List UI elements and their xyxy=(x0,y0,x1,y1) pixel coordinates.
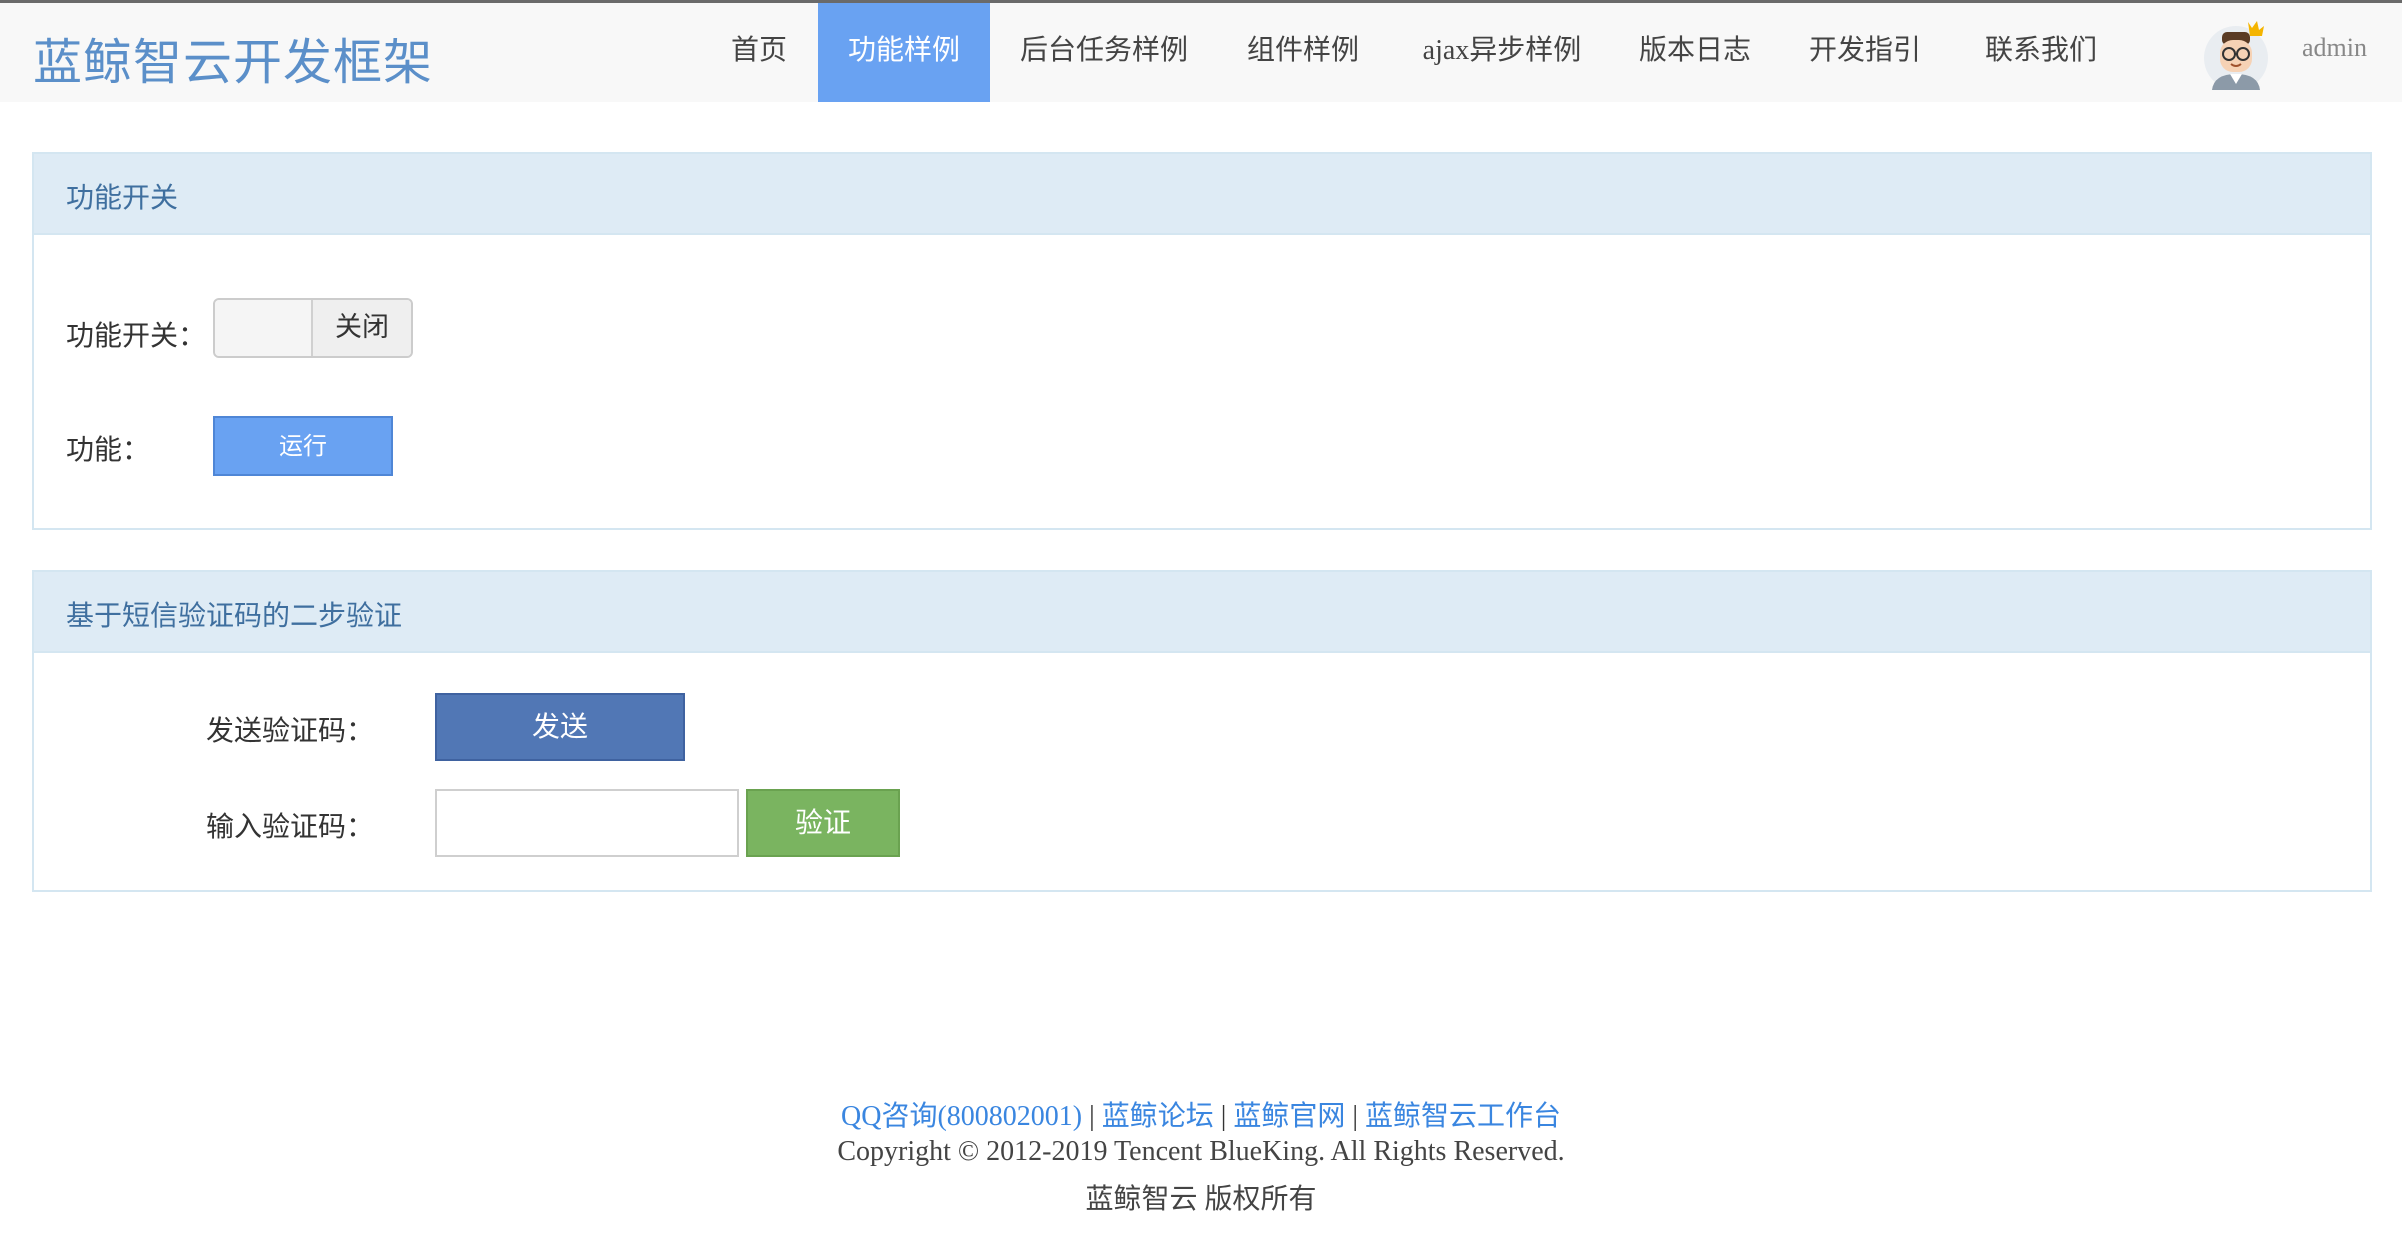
footer-separator: | xyxy=(1352,1101,1358,1132)
switch-label: 功能开关： xyxy=(66,321,207,352)
nav-item-background-tasks[interactable]: 后台任务样例 xyxy=(998,3,1210,102)
footer-link-official-site[interactable]: 蓝鲸官网 xyxy=(1233,1101,1345,1132)
nav-item-dev-guide[interactable]: 开发指引 xyxy=(1796,3,1934,102)
brand-title[interactable]: 蓝鲸智云开发框架 xyxy=(33,23,433,94)
nav-item-ajax-samples[interactable]: ajax异步样例 xyxy=(1404,3,1600,102)
feature-toggle-switch[interactable]: 关闭 xyxy=(213,298,413,358)
nav-item-feature-samples[interactable]: 功能样例 xyxy=(818,3,990,102)
copyright-text: Copyright © 2012-2019 Tencent BlueKing. … xyxy=(837,1136,1565,1167)
panel-title: 功能开关 xyxy=(66,183,179,214)
footer-links: QQ咨询(800802001) | 蓝鲸论坛 | 蓝鲸官网 | 蓝鲸智云工作台 xyxy=(0,1094,2402,1134)
nav-item-changelog[interactable]: 版本日志 xyxy=(1626,3,1764,102)
nav-item-contact-us[interactable]: 联系我们 xyxy=(1968,3,2114,102)
sms-verification-panel: 基于短信验证码的二步验证 发送验证码： 发送 输入验证码： 验证 xyxy=(32,570,2372,892)
run-button[interactable]: 运行 xyxy=(213,416,393,476)
footer-link-qq[interactable]: QQ咨询(800802001) xyxy=(841,1101,1082,1132)
verify-button[interactable]: 验证 xyxy=(746,789,900,857)
toggle-state-label: 关闭 xyxy=(313,300,411,356)
top-navbar: 蓝鲸智云开发框架 首页 功能样例 后台任务样例 组件样例 ajax异步样例 版本… xyxy=(0,3,2402,102)
sms-panel-body: 发送验证码： 发送 输入验证码： 验证 xyxy=(34,655,2370,890)
panel-header: 功能开关 xyxy=(34,154,2370,235)
verification-code-input[interactable] xyxy=(435,789,739,857)
username-label[interactable]: admin xyxy=(2302,33,2367,63)
input-code-label: 输入验证码： xyxy=(206,812,375,843)
panel-title: 基于短信验证码的二步验证 xyxy=(66,601,403,632)
user-avatar-icon[interactable] xyxy=(2200,18,2272,92)
function-label: 功能： xyxy=(66,435,151,466)
nav-item-home[interactable]: 首页 xyxy=(706,3,812,102)
toggle-knob[interactable] xyxy=(215,300,313,356)
panel-header: 基于短信验证码的二步验证 xyxy=(34,572,2370,653)
footer-separator: | xyxy=(1089,1101,1095,1132)
rights-text: 蓝鲸智云 版权所有 xyxy=(1085,1184,1317,1215)
send-code-label: 发送验证码： xyxy=(206,716,375,747)
footer-separator: | xyxy=(1220,1101,1227,1132)
footer-link-forum[interactable]: 蓝鲸论坛 xyxy=(1102,1101,1214,1132)
footer-link-workbench[interactable]: 蓝鲸智云工作台 xyxy=(1365,1101,1561,1132)
nav-item-component-samples[interactable]: 组件样例 xyxy=(1230,3,1376,102)
send-code-button[interactable]: 发送 xyxy=(435,693,685,761)
feature-switch-panel: 功能开关 功能开关： 关闭 功能： 运行 xyxy=(32,152,2372,530)
